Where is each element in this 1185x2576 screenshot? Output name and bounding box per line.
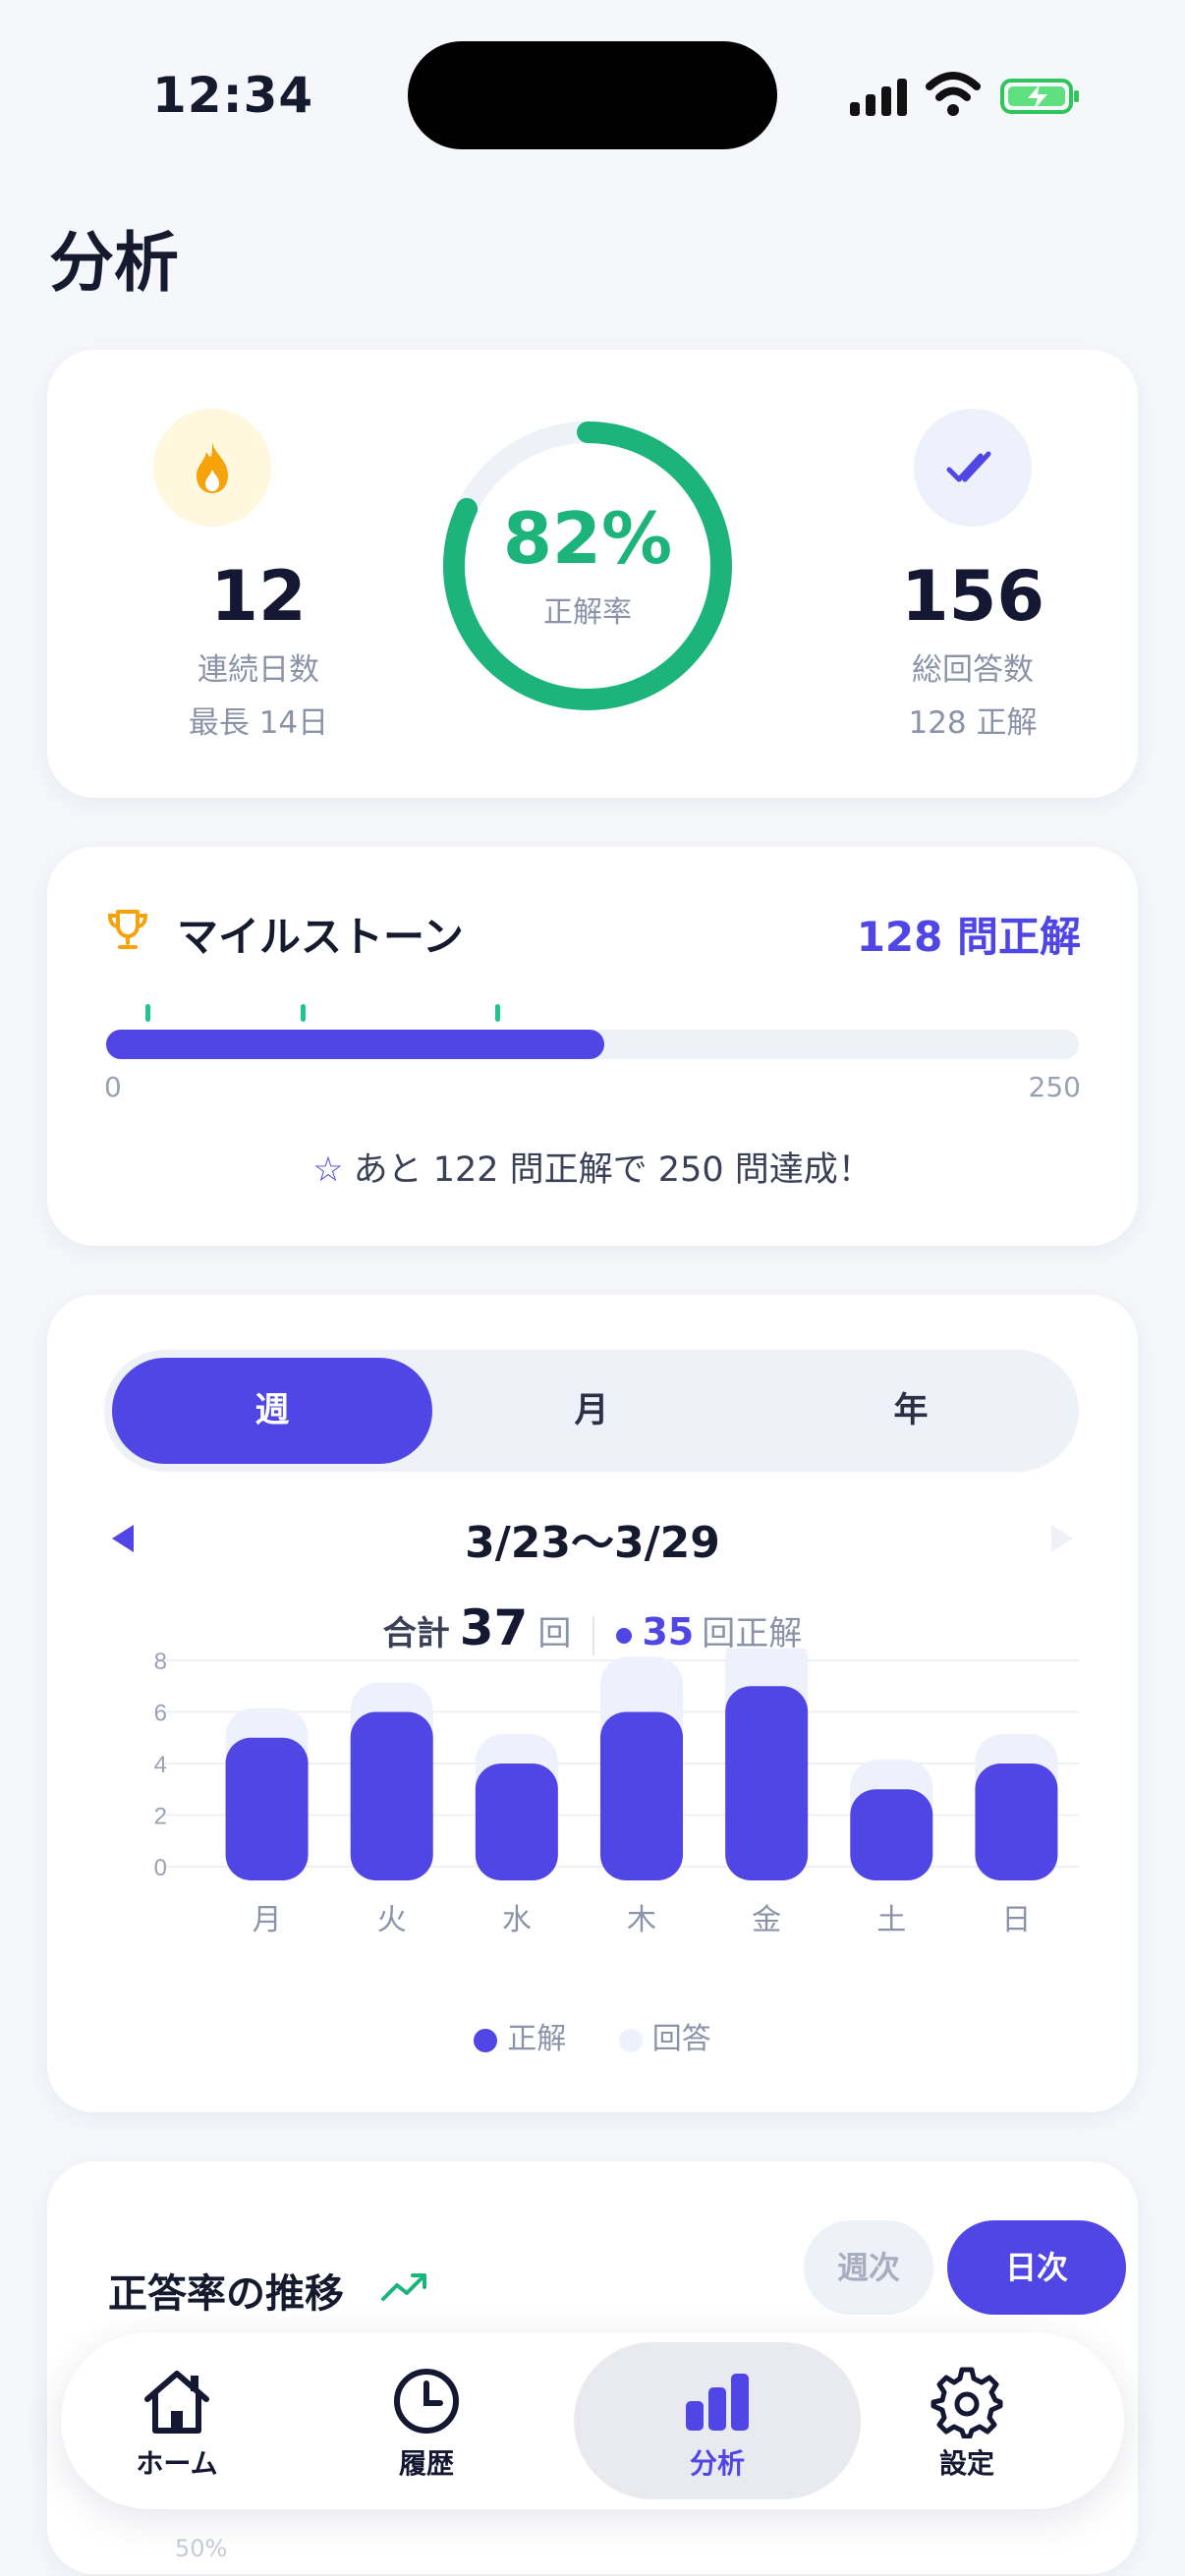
period-option-month[interactable]: 月	[431, 1358, 752, 1464]
tab-home-label: ホーム	[136, 2447, 218, 2480]
legend-label-correct: 正解	[507, 2022, 567, 2056]
x-tick-label: 金	[752, 1903, 781, 1937]
trend-axis-label: 50%	[175, 2535, 228, 2562]
answers-value: 156	[900, 556, 1045, 637]
answers-correct: 128 正解	[908, 705, 1038, 741]
tab-analytics[interactable]: 分析	[619, 2332, 816, 2509]
milestone-marker	[495, 1004, 500, 1022]
wifi-icon	[926, 72, 981, 116]
trend-weekly-button[interactable]: 週次	[804, 2220, 933, 2315]
streak-best: 最長 14日	[188, 705, 329, 741]
clock-icon	[394, 2369, 459, 2434]
y-tick-label: 4	[154, 1752, 167, 1778]
bar-correct[interactable]	[475, 1764, 558, 1880]
status-time: 12:34	[152, 67, 314, 124]
trending-up-icon	[381, 2273, 426, 2301]
star-icon: ☆	[312, 1150, 344, 1190]
weekly-chart-card: 週 月 年 3/23〜3/29 合計 37 回 35 回正解 02468月火水木金土日 …	[47, 1295, 1138, 2112]
total-unit: 回	[537, 1614, 572, 1653]
accuracy-label: 正解率	[543, 595, 632, 630]
double-check-icon	[946, 451, 991, 482]
tab-home[interactable]: ホーム	[79, 2332, 275, 2509]
milestone-status: 128 問正解	[856, 913, 1081, 961]
correct-value: 35	[642, 1610, 695, 1653]
bar-correct[interactable]	[225, 1737, 309, 1880]
milestone-message-text: あと 122 問正解で 250 問達成！	[353, 1150, 873, 1190]
double-check-icon-badge	[914, 409, 1032, 527]
period-option-week[interactable]: 週	[112, 1358, 432, 1464]
bar-correct[interactable]	[600, 1711, 683, 1881]
streak-label: 連続日数	[198, 652, 319, 688]
bar-chart: 0 2 4 6 8 月 火 水 木 金 土 日	[154, 1649, 1079, 1937]
milestone-marker	[301, 1004, 306, 1022]
correct-unit: 回正解	[702, 1614, 803, 1653]
y-tick-label: 0	[154, 1855, 167, 1881]
tab-bar: ホーム 履歴 分析 設定	[61, 2332, 1124, 2509]
x-tick-label: 土	[876, 1903, 906, 1937]
signal-icon	[850, 77, 909, 116]
milestone-max: 250	[1028, 1071, 1081, 1103]
milestone-message: ☆ あと 122 問正解で 250 問達成！	[47, 1142, 1138, 1192]
tab-analytics-label: 分析	[689, 2447, 745, 2480]
milestone-title: マイルストーン	[177, 913, 464, 961]
milestone-card: マイルストーン 128 問正解 0 250 ☆ あと 122 問正解で 250 問…	[47, 847, 1138, 1246]
bar-correct[interactable]	[725, 1686, 809, 1880]
next-arrow-icon[interactable]	[1042, 1519, 1081, 1558]
legend-swatch-answers	[618, 2028, 643, 2052]
y-tick-label: 8	[154, 1649, 167, 1675]
battery-icon	[1000, 79, 1079, 114]
flame-icon-badge	[153, 409, 271, 527]
home-icon	[144, 2371, 209, 2434]
stats-card: 12 連続日数 最長 14日 82% 正解率 156 総回答数 128 正解	[47, 350, 1138, 798]
correct-dot	[616, 1627, 633, 1644]
bar-correct[interactable]	[975, 1764, 1058, 1880]
x-tick-label: 月	[253, 1903, 282, 1937]
trend-title: 正答率の推移	[108, 2271, 344, 2317]
flame-icon	[197, 442, 228, 493]
gear-icon	[931, 2367, 1003, 2438]
answers-label: 総回答数	[912, 652, 1034, 688]
status-bar: 12:34	[0, 0, 1185, 187]
x-tick-label: 木	[627, 1903, 656, 1937]
milestone-progress-fill	[106, 1030, 604, 1059]
tab-history[interactable]: 履歴	[328, 2332, 525, 2509]
tab-settings-label: 設定	[938, 2447, 994, 2480]
legend-swatch-correct	[474, 2028, 498, 2052]
period-option-year[interactable]: 年	[751, 1358, 1071, 1464]
milestone-progress-track	[106, 1030, 1079, 1059]
legend-item-correct: 正解	[474, 2022, 566, 2056]
accuracy-ring: 82% 正解率	[440, 419, 735, 713]
y-tick-label: 2	[154, 1804, 167, 1830]
streak-value: 12	[210, 556, 307, 637]
bar-correct[interactable]	[850, 1789, 933, 1880]
chart-legend: 正解 回答	[47, 2014, 1138, 2057]
x-tick-label: 水	[502, 1903, 532, 1937]
legend-label-answers: 回答	[651, 2022, 711, 2056]
legend-item-answers: 回答	[618, 2022, 711, 2056]
page-title: 分析	[49, 225, 179, 301]
bar-chart-icon	[686, 2374, 749, 2431]
trend-daily-button[interactable]: 日次	[947, 2220, 1126, 2315]
tab-settings[interactable]: 設定	[869, 2332, 1065, 2509]
tab-history-label: 履歴	[398, 2447, 454, 2480]
milestone-marker	[145, 1004, 150, 1022]
bar-correct[interactable]	[350, 1711, 433, 1881]
accuracy-value: 82%	[502, 497, 673, 580]
total-label: 合計	[382, 1614, 450, 1653]
dynamic-island	[408, 41, 777, 149]
x-tick-label: 火	[377, 1903, 407, 1937]
y-tick-label: 6	[154, 1701, 167, 1727]
date-range: 3/23〜3/29	[465, 1518, 720, 1568]
period-segmented-control: 週 月 年	[104, 1350, 1079, 1472]
x-tick-label: 日	[1001, 1903, 1031, 1937]
trophy-icon	[107, 910, 148, 949]
milestone-min: 0	[104, 1071, 122, 1103]
